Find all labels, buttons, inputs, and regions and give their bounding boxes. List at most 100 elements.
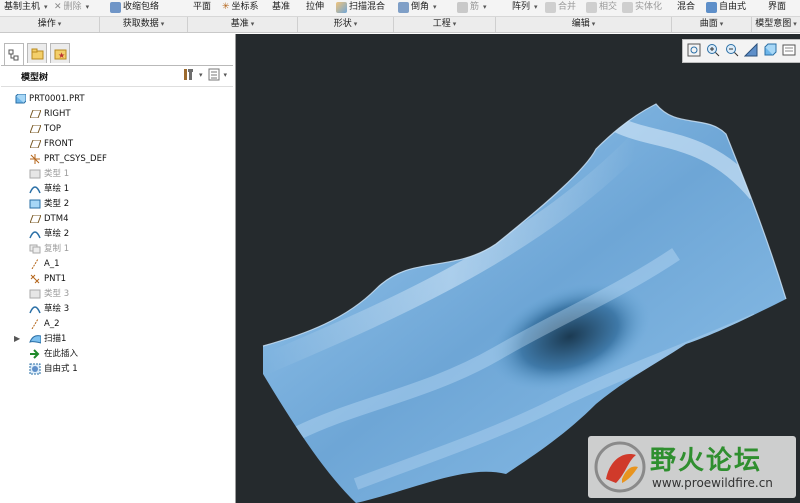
tool-label: 合并 [558, 2, 577, 12]
tree-node-freestyle-1[interactable]: 自由式 1 [29, 362, 78, 376]
tree-node-feature-2[interactable]: 类型 2 [29, 197, 69, 211]
expand-arrow-icon[interactable]: ▶ [14, 332, 20, 346]
tree-node-label: 自由式 1 [44, 364, 78, 374]
group-surfaces[interactable]: 曲面 ▾ [672, 17, 752, 32]
tree-node-csys[interactable]: PRT_CSYS_DEF [29, 152, 107, 166]
group-shapes[interactable]: 形状 ▾ [298, 17, 394, 32]
chevron-down-icon: ▾ [793, 20, 797, 28]
chamfer-button[interactable]: 倒角 ▾ [398, 0, 437, 14]
tree-node-feature-1[interactable]: 类型 1 [29, 167, 69, 181]
tree-node-a2[interactable]: A_2 [29, 317, 59, 331]
delete-icon: ✕ [54, 2, 62, 12]
datum-plane-icon [29, 214, 41, 224]
tab-favorites[interactable]: ★ [50, 43, 70, 63]
datum-plane-icon [29, 124, 41, 134]
tool-label: 相交 [599, 2, 618, 12]
tree-node-dtm4[interactable]: DTM4 [29, 212, 68, 226]
chevron-down-icon: ▾ [534, 3, 538, 11]
tree-node-label: 草绘 2 [44, 229, 70, 239]
tree-node-copy-1[interactable]: 复制 1 [29, 242, 69, 256]
group-engineering[interactable]: 工程 ▾ [394, 17, 496, 32]
tree-node-front[interactable]: FRONT [29, 137, 73, 151]
group-model-intent[interactable]: 模型意图 ▾ [752, 17, 800, 32]
tools-icon [183, 69, 193, 80]
tool-label: 基制主机 [4, 2, 41, 12]
tool-label: 筋 [470, 2, 480, 12]
plane-button[interactable]: 平面 [193, 0, 211, 14]
tree-node-part[interactable]: PRT0001.PRT [14, 92, 85, 106]
model-tree-tab-icon [8, 49, 19, 60]
blend-button[interactable]: 混合 [677, 0, 695, 14]
tree-node-sketch-1[interactable]: 草绘 1 [29, 182, 69, 196]
solidify-button[interactable]: 实体化 [622, 0, 662, 14]
tree-node-label: PRT0001.PRT [29, 94, 85, 104]
sketch-icon [29, 304, 41, 314]
rib-button[interactable]: 筋 ▾ [457, 0, 487, 14]
group-label: 模型意图 [755, 19, 792, 29]
merge-button[interactable]: 合并 [545, 0, 576, 14]
axis-icon [29, 319, 41, 329]
chevron-down-icon: ▾ [160, 20, 165, 28]
chevron-down-icon: ▾ [85, 3, 90, 11]
tree-node-label: 类型 3 [44, 289, 70, 299]
zoom-out-icon [726, 44, 739, 57]
tree-node-feature-3[interactable]: 类型 3 [29, 287, 69, 301]
tool-label: 坐标系 [231, 2, 259, 12]
csys-icon: ✳ [222, 2, 230, 12]
graphics-viewport[interactable]: 野火论坛 www.proewildfire.cn [236, 34, 800, 503]
csys-button[interactable]: ✳ 坐标系 [222, 0, 259, 14]
display-style-icon [764, 43, 777, 56]
chevron-down-icon: ▾ [483, 3, 487, 11]
tool-label: 阵列 [512, 2, 531, 12]
tab-model-tree[interactable] [4, 43, 24, 65]
copy-button[interactable]: 基制主机 ▾ [4, 0, 48, 14]
group-label: 形状 [333, 19, 352, 29]
datum-button[interactable]: 基准 [272, 0, 290, 14]
panel-tabs: ★ [4, 43, 70, 65]
favorites-tab-icon: ★ [54, 49, 66, 60]
tree-node-label: A_1 [44, 259, 60, 269]
model-tree-panel: ★ 模型树 ▾ ▾ PRT0001.PRT RIGHT TOP FRONT PR… [0, 34, 236, 503]
tree-node-right[interactable]: RIGHT [29, 107, 71, 121]
tree-node-label: 在此插入 [44, 349, 79, 359]
tool-label: 拉伸 [306, 2, 325, 12]
swept-blend-button[interactable]: 扫描混合 [336, 0, 385, 14]
group-get-data[interactable]: 获取数据 ▾ [100, 17, 188, 32]
zoom-out-button[interactable] [723, 41, 741, 59]
tree-node-sweep-1[interactable]: ▶ 扫描1 [14, 332, 66, 346]
refit-button[interactable] [685, 41, 703, 59]
tree-node-label: 类型 2 [44, 199, 70, 209]
merge-icon [545, 1, 556, 13]
zoom-in-button[interactable] [704, 41, 722, 59]
freestyle-button[interactable]: 自由式 [706, 0, 746, 14]
group-editing[interactable]: 编辑 ▾ [496, 17, 672, 32]
tool-label: 删除 [63, 2, 82, 12]
pattern-button[interactable]: 阵列 ▾ [512, 0, 538, 14]
tree-node-pnt1[interactable]: PNT1 [29, 272, 66, 286]
tree-node-sketch-2[interactable]: 草绘 2 [29, 227, 69, 241]
csys-icon [29, 154, 41, 164]
delete-button[interactable]: ✕ 删除 ▾ [54, 0, 89, 14]
repaint-button[interactable] [742, 41, 760, 59]
tree-node-insert-here[interactable]: 在此插入 [29, 347, 78, 361]
extrude-button[interactable]: 拉伸 [306, 0, 324, 14]
group-label: 工程 [432, 19, 451, 29]
group-datum[interactable]: 基准 ▾ [188, 17, 298, 32]
datum-plane-icon [29, 139, 41, 149]
group-operations[interactable]: 操作 ▾ [0, 17, 100, 32]
chevron-down-icon: ▾ [198, 70, 203, 79]
tree-show-button[interactable]: ▾ [208, 68, 227, 81]
interface-button[interactable]: 界面 [768, 0, 786, 14]
tree-node-label: FRONT [44, 139, 74, 149]
chevron-down-icon: ▾ [57, 20, 62, 28]
tree-settings-button[interactable]: ▾ [182, 68, 203, 81]
shrinkwrap-button[interactable]: 收缩包络 [110, 0, 159, 14]
tree-node-label: PRT_CSYS_DEF [44, 154, 107, 164]
tab-folder-browser[interactable] [27, 43, 47, 63]
tree-node-a1[interactable]: A_1 [29, 257, 59, 271]
tree-node-top[interactable]: TOP [29, 122, 61, 136]
intersect-button[interactable]: 相交 [586, 0, 617, 14]
display-style-button[interactable] [761, 41, 779, 59]
tree-node-sketch-3[interactable]: 草绘 3 [29, 302, 69, 316]
saved-views-button[interactable] [780, 41, 798, 59]
